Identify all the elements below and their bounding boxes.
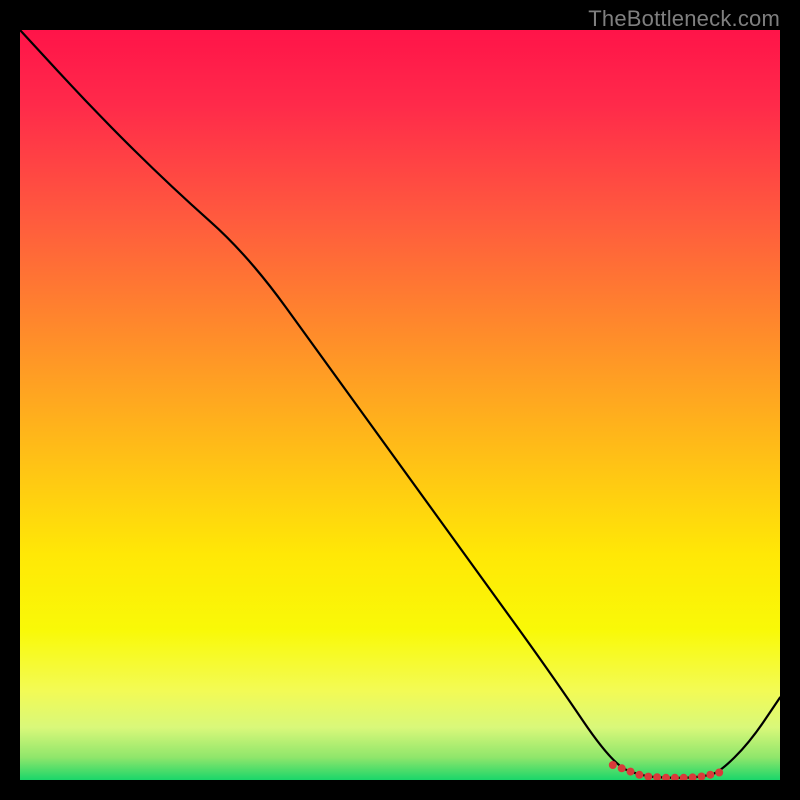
gradient-plot-background xyxy=(20,30,780,780)
watermark-text: TheBottleneck.com xyxy=(588,6,780,32)
chart-container: TheBottleneck.com xyxy=(0,0,800,800)
